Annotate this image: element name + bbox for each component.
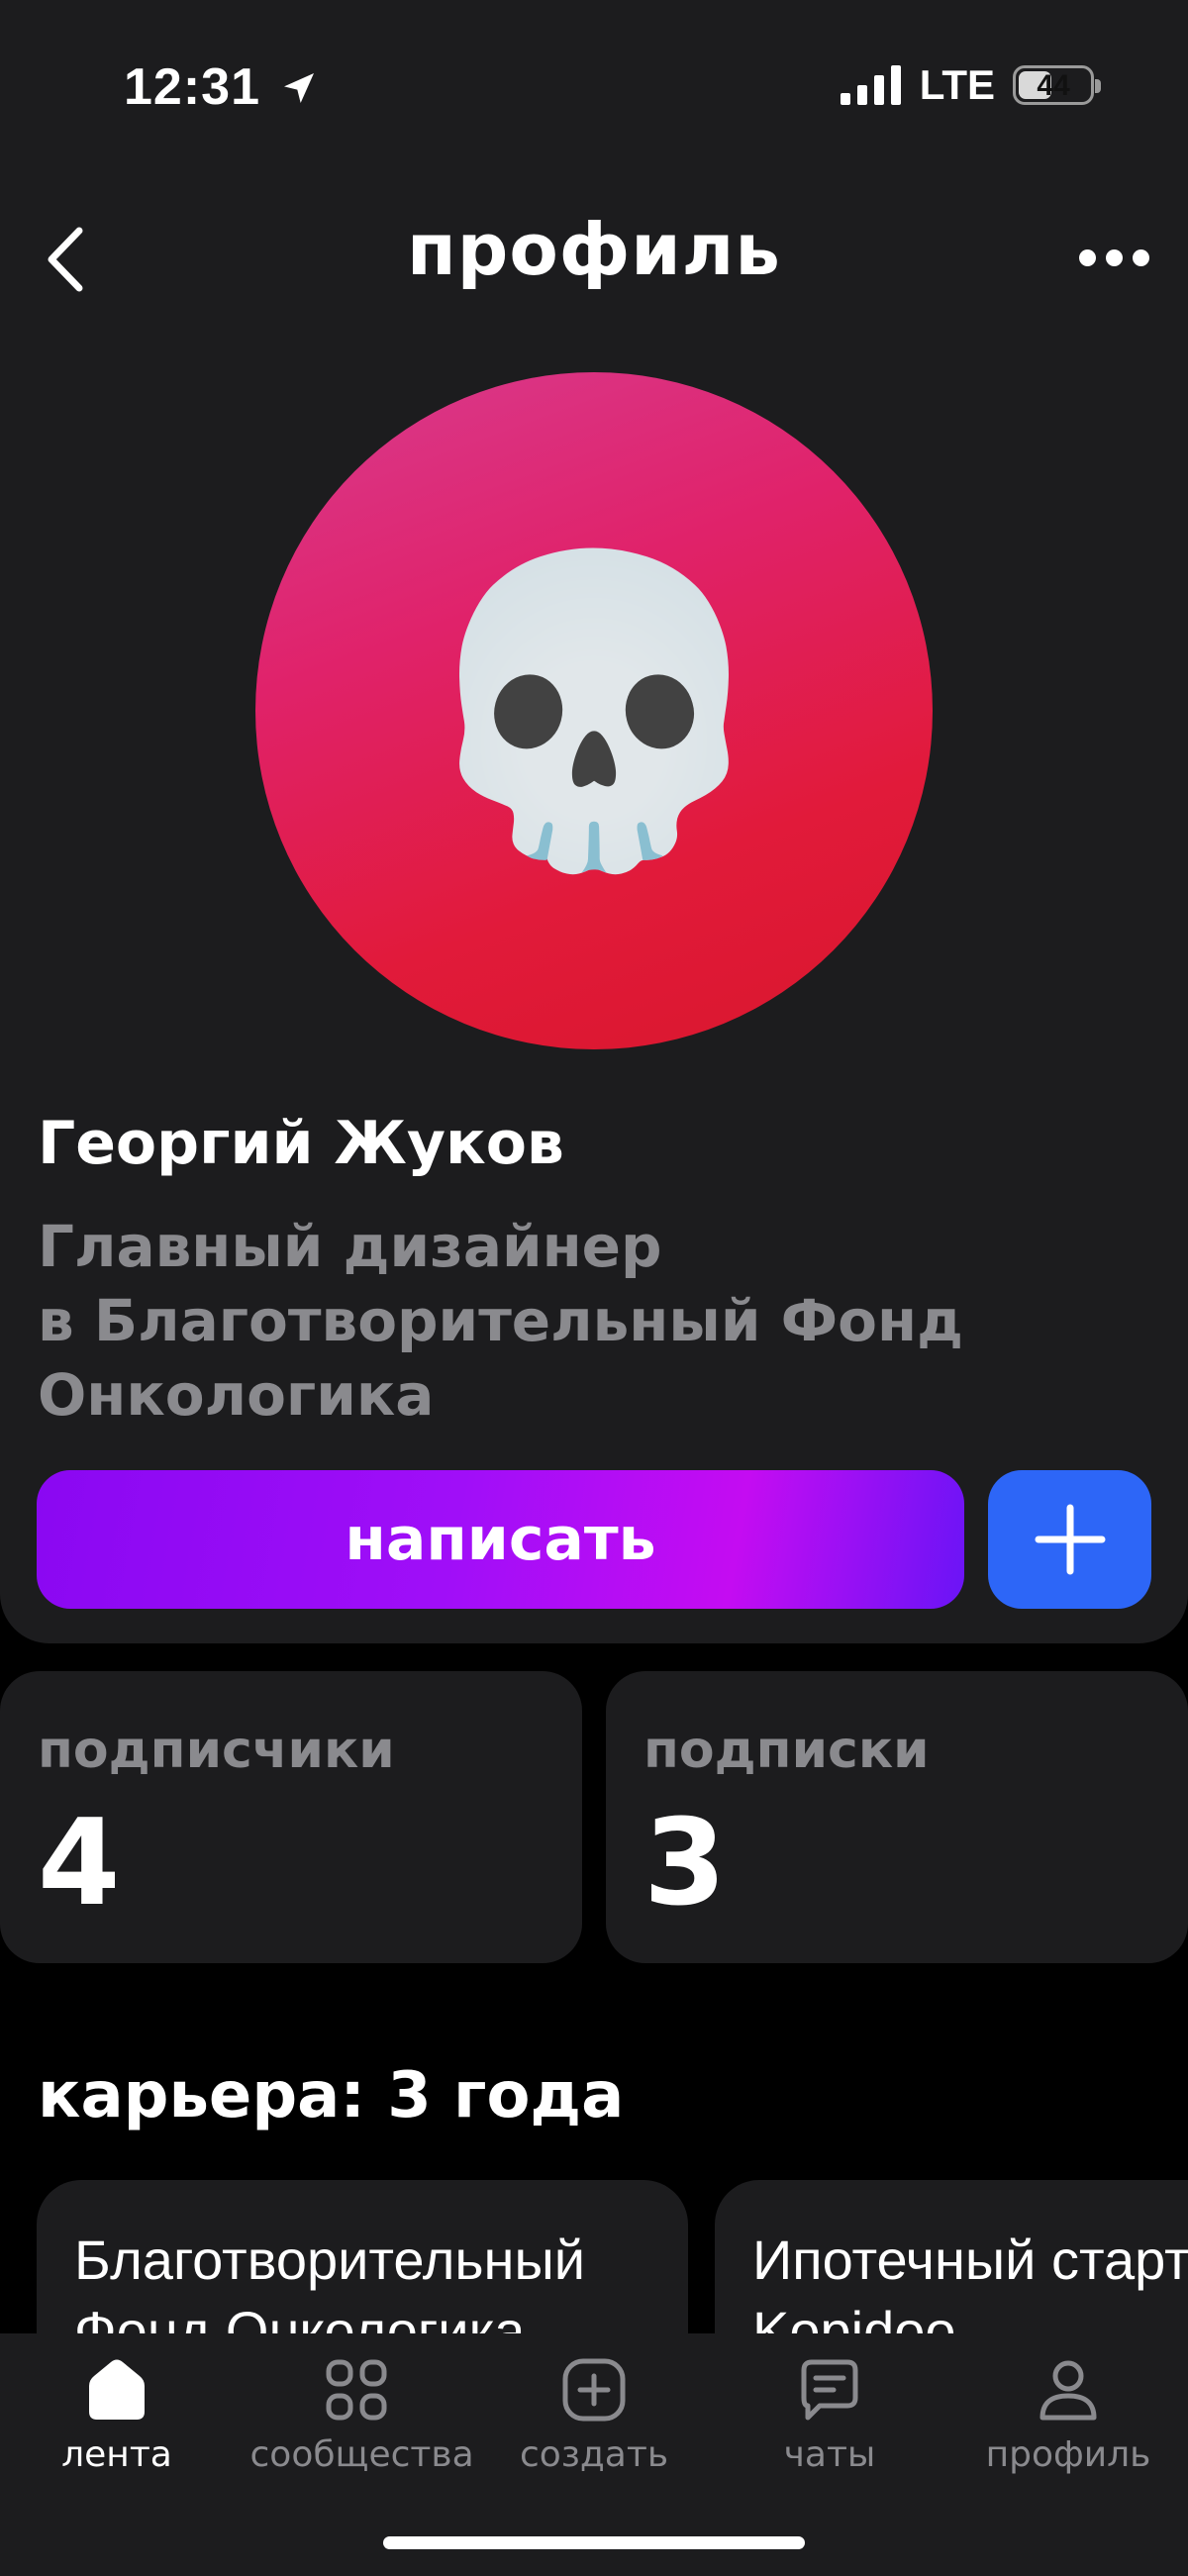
status-time: 12:31 xyxy=(124,57,319,117)
more-options-button[interactable] xyxy=(1069,236,1158,279)
plus-icon xyxy=(1035,1504,1105,1575)
status-time-text: 12:31 xyxy=(124,58,260,116)
job-line: в Благотворительный Фонд xyxy=(38,1287,963,1354)
plus-square-icon xyxy=(562,2358,626,2422)
following-card[interactable]: подписки 3 xyxy=(606,1671,1188,1963)
tab-feed[interactable]: лента xyxy=(8,2356,226,2477)
followers-count: 4 xyxy=(38,1795,121,1932)
career-org-line: Ипотечный стартап xyxy=(752,2229,1188,2291)
tab-chats-label: чаты xyxy=(783,2434,876,2475)
network-type: LTE xyxy=(919,61,995,108)
follow-button[interactable] xyxy=(988,1470,1151,1609)
avatar: 💀 xyxy=(255,372,933,1049)
person-icon xyxy=(1040,2360,1097,2421)
home-indicator xyxy=(383,2536,805,2549)
more-dot xyxy=(1105,248,1123,266)
chat-icon xyxy=(801,2359,858,2421)
home-icon xyxy=(89,2359,145,2420)
more-dot xyxy=(1132,248,1149,266)
tab-communities[interactable]: сообщества xyxy=(248,2356,474,2477)
tab-create[interactable]: создать xyxy=(485,2356,703,2477)
tab-create-label: создать xyxy=(519,2434,669,2475)
job-line: Онкологика xyxy=(38,1361,435,1429)
tab-chats[interactable]: чаты xyxy=(721,2356,939,2477)
tab-profile-label: профиль xyxy=(985,2434,1151,2475)
followers-label: подписчики xyxy=(38,1721,395,1780)
write-message-label: написать xyxy=(345,1505,656,1574)
career-title: карьера: 3 года xyxy=(38,2059,625,2132)
write-message-button[interactable]: написать xyxy=(37,1470,964,1609)
profile-job: Главный дизайнер в Благотворительный Фон… xyxy=(38,1210,1166,1433)
tab-feed-label: лента xyxy=(61,2434,172,2475)
signal-icon xyxy=(840,65,901,105)
tab-communities-label: сообщества xyxy=(249,2434,474,2475)
profile-name: Георгий Жуков xyxy=(38,1109,564,1178)
page-title: профиль xyxy=(407,208,781,291)
more-dot xyxy=(1078,248,1096,266)
battery-icon: 44 xyxy=(1013,65,1101,105)
following-count: 3 xyxy=(644,1795,727,1932)
job-line: Главный дизайнер xyxy=(38,1213,662,1280)
battery-level: 44 xyxy=(1037,69,1070,102)
followers-card[interactable]: подписчики 4 xyxy=(0,1671,582,1963)
career-org-line: Благотворительный xyxy=(74,2229,586,2291)
location-arrow-icon xyxy=(284,73,315,103)
grid-icon xyxy=(326,2359,387,2421)
following-label: подписки xyxy=(644,1721,930,1780)
tab-profile[interactable]: профиль xyxy=(959,2356,1177,2477)
avatar-emoji: 💀 xyxy=(409,538,779,883)
status-indicators: LTE 44 xyxy=(840,61,1101,109)
